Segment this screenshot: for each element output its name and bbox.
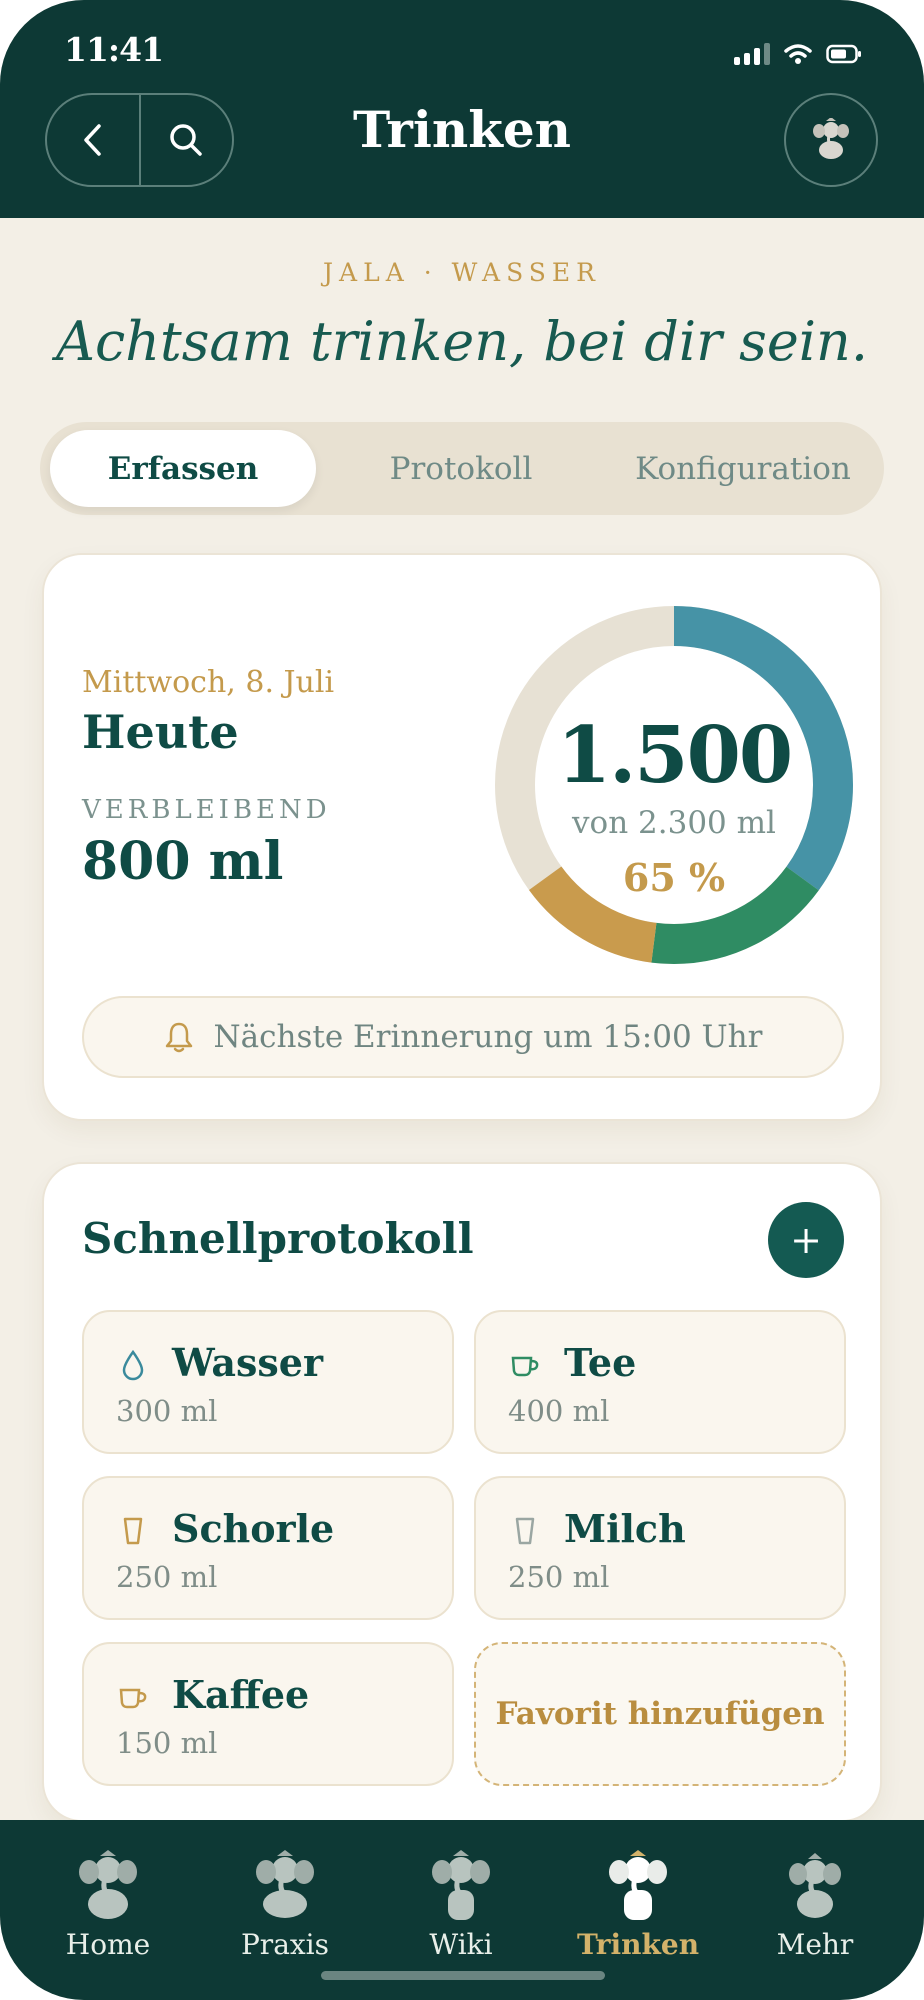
nav-wiki[interactable]: Wiki	[386, 1850, 536, 1961]
drink-amount: 150 ml	[116, 1726, 218, 1760]
consumed-amount: 1.500	[556, 710, 793, 801]
tea-cup-icon	[508, 1348, 542, 1382]
tab-erfassen[interactable]: Erfassen	[50, 430, 316, 507]
section-eyebrow: JALA · WASSER	[323, 258, 601, 287]
glass-icon	[508, 1514, 542, 1548]
reminder-text: Nächste Erinnerung um 15:00 Uhr	[213, 1019, 763, 1055]
add-favorite-button[interactable]: Favorit hinzufügen	[474, 1642, 846, 1786]
drink-tile-tee[interactable]: Tee 400 ml	[474, 1310, 846, 1454]
tab-konfiguration[interactable]: Konfiguration	[610, 430, 876, 507]
drink-name: Tee	[564, 1340, 637, 1385]
ganesha-icon	[813, 118, 849, 159]
drink-name: Kaffee	[172, 1672, 310, 1717]
drink-name: Wasser	[172, 1340, 323, 1385]
quick-log-title: Schnellprotokoll	[82, 1214, 474, 1263]
drink-tile-schorle[interactable]: Schorle 250 ml	[82, 1476, 454, 1620]
ganesha-icon	[79, 1850, 137, 1919]
app-header: 11:41 Trinken	[0, 0, 924, 218]
tab-protokoll[interactable]: Protokoll	[346, 430, 576, 507]
status-time: 11:41	[64, 30, 164, 69]
ganesha-icon	[432, 1850, 490, 1920]
signal-icon	[734, 43, 770, 65]
reminder-banner[interactable]: Nächste Erinnerung um 15:00 Uhr	[82, 996, 844, 1078]
nav-label: Mehr	[776, 1928, 854, 1961]
nav-mehr[interactable]: Mehr	[740, 1850, 890, 1961]
today-card: Mittwoch, 8. Juli Heute VERBLEIBEND 800 …	[42, 553, 882, 1121]
date-label: Mittwoch, 8. Juli	[82, 665, 335, 700]
nav-label: Praxis	[240, 1928, 330, 1961]
drink-amount: 250 ml	[508, 1560, 610, 1594]
ganesha-icon	[609, 1850, 667, 1920]
drink-tile-kaffee[interactable]: Kaffee 150 ml	[82, 1642, 454, 1786]
tab-switcher: Erfassen Protokoll Konfiguration	[40, 422, 884, 515]
glass-icon	[116, 1514, 150, 1548]
drink-tile-milch[interactable]: Milch 250 ml	[474, 1476, 846, 1620]
ganesha-icon	[789, 1853, 841, 1918]
nav-label: Wiki	[429, 1928, 493, 1961]
remaining-value: 800 ml	[82, 831, 284, 892]
goal-text: von 2.300 ml	[572, 805, 776, 841]
today-title: Heute	[82, 705, 239, 759]
nav-trinken[interactable]: Trinken	[563, 1850, 713, 1961]
percent-text: 65 %	[622, 855, 726, 900]
coffee-cup-icon	[116, 1680, 150, 1714]
ganesha-icon	[256, 1850, 314, 1918]
quick-log-card: Schnellprotokoll + Wasser 300 ml Tee 400…	[42, 1162, 882, 1822]
drop-icon	[116, 1348, 150, 1382]
nav-label: Home	[65, 1928, 151, 1961]
motto-heading: Achtsam trinken, bei dir sein.	[55, 310, 868, 373]
nav-label: Trinken	[576, 1928, 700, 1961]
wifi-icon	[784, 44, 812, 64]
drink-name: Schorle	[172, 1506, 335, 1551]
app-screen: 11:41 Trinken JALA · WASSER Achtsam trin…	[0, 0, 924, 2000]
nav-home[interactable]: Home	[33, 1850, 183, 1961]
add-drink-button[interactable]: +	[768, 1202, 844, 1278]
drink-tile-wasser[interactable]: Wasser 300 ml	[82, 1310, 454, 1454]
bell-icon	[165, 1022, 192, 1053]
drink-amount: 250 ml	[116, 1560, 218, 1594]
nav-praxis[interactable]: Praxis	[210, 1850, 360, 1961]
remaining-label: VERBLEIBEND	[82, 795, 331, 825]
drink-amount: 300 ml	[116, 1394, 218, 1428]
drink-amount: 400 ml	[508, 1394, 610, 1428]
status-icons	[734, 40, 862, 68]
ring-center: 1.500 von 2.300 ml 65 %	[484, 595, 864, 975]
battery-icon	[826, 44, 861, 64]
drink-name: Milch	[564, 1506, 686, 1551]
profile-button[interactable]	[784, 93, 878, 187]
home-indicator	[321, 1971, 605, 1980]
